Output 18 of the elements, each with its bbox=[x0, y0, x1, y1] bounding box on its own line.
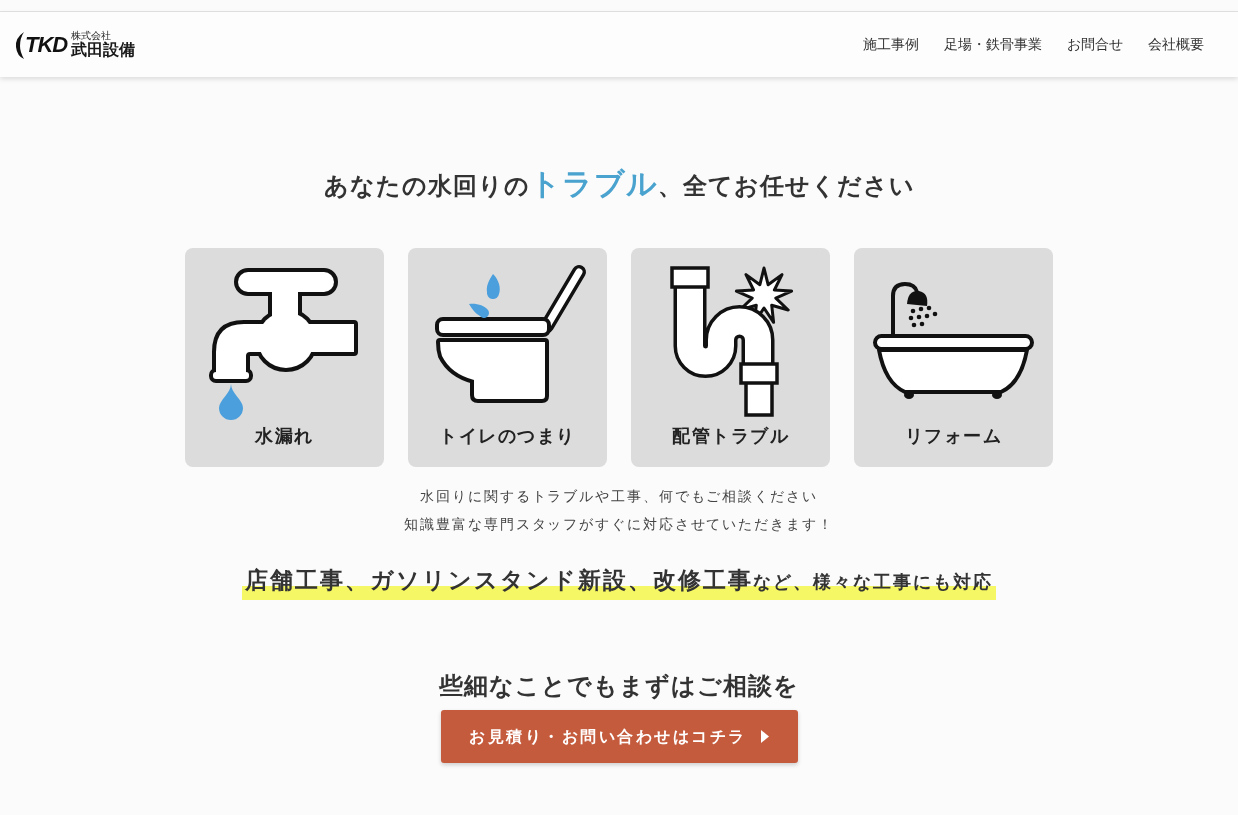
swoosh-icon bbox=[15, 29, 25, 60]
logo-company-type: 株式会社 bbox=[71, 30, 112, 41]
service-label: リフォーム bbox=[904, 424, 1003, 448]
intro-text: 知識豊富な専門スタッフがすぐに対応させていただきます！ bbox=[403, 515, 835, 534]
cta-heading: 些細なことでもまずはご相談を bbox=[438, 671, 800, 702]
nav-link[interactable]: 足場・鉄骨事業 bbox=[944, 34, 1042, 55]
service-label: 水漏れ bbox=[255, 424, 314, 448]
section-heading: あなたの水回りの トラブル、全てお任せください bbox=[322, 165, 916, 203]
service-label: 配管トラブル bbox=[672, 424, 789, 448]
contact-button[interactable]: お見積り・お問い合わせはコチラ bbox=[440, 710, 798, 763]
intro-text: 水回りに関するトラブルや工事、何でもご相談ください bbox=[419, 487, 819, 506]
nav-link[interactable]: 施工事例 bbox=[863, 34, 919, 55]
logo-mark: TKD bbox=[25, 33, 68, 56]
service-label: トイレのつまり bbox=[439, 424, 576, 448]
nav-link[interactable]: お問合せ bbox=[1067, 34, 1123, 55]
nav-link[interactable]: 会社概要 bbox=[1148, 34, 1204, 55]
logo-company-name: 武田設備 bbox=[71, 40, 136, 59]
caret-icon bbox=[760, 730, 769, 743]
